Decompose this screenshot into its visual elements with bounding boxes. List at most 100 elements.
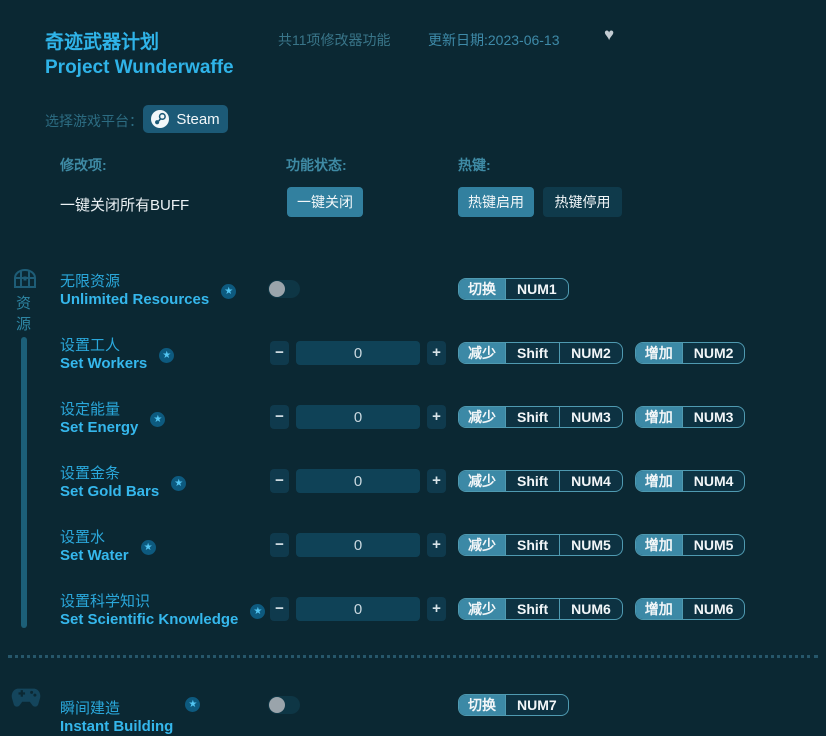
- hotkey-action: 切换: [459, 695, 505, 715]
- hotkey-modifier: Shift: [505, 471, 559, 491]
- decrement-button[interactable]: −: [270, 341, 289, 365]
- hotkey-action: 减少: [459, 599, 505, 619]
- platform-label: 选择游戏平台：: [45, 111, 143, 131]
- update-date: 更新日期:2023-06-13: [428, 30, 560, 50]
- favorite-star-icon[interactable]: ★: [150, 412, 165, 427]
- hotkey-action: 减少: [459, 343, 505, 363]
- row-label-en: Set Gold Bars: [60, 483, 159, 501]
- hotkey-chip-decrease[interactable]: 减少 Shift NUM2: [458, 342, 623, 364]
- value-input[interactable]: [296, 533, 420, 557]
- row-label-set-water: 设置水 Set Water ★: [60, 529, 156, 565]
- row-label-en: Set Energy: [60, 419, 138, 437]
- increment-button[interactable]: +: [427, 341, 446, 365]
- hotkey-key: NUM5: [682, 535, 745, 555]
- hotkey-chip-toggle[interactable]: 切换 NUM1: [458, 278, 569, 300]
- decrement-button[interactable]: −: [270, 469, 289, 493]
- hotkey-action: 减少: [459, 535, 505, 555]
- hotkey-action: 切换: [459, 279, 505, 299]
- hotkey-action: 减少: [459, 471, 505, 491]
- decrement-button[interactable]: −: [270, 405, 289, 429]
- row-label-cn: 设置工人: [60, 337, 147, 355]
- steam-platform-button[interactable]: Steam: [143, 105, 228, 133]
- hotkey-chip-toggle[interactable]: 切换 NUM7: [458, 694, 569, 716]
- hotkey-key: NUM4: [559, 471, 622, 491]
- row-label-en: Unlimited Resources: [60, 291, 209, 309]
- column-header-status: 功能状态:: [286, 155, 347, 175]
- hotkey-chip-decrease[interactable]: 减少 Shift NUM6: [458, 598, 623, 620]
- hotkey-key: NUM7: [505, 695, 568, 715]
- hotkey-chip-increase[interactable]: 增加 NUM4: [635, 470, 746, 492]
- column-header-hotkey: 热键:: [458, 155, 491, 175]
- row-label-cn: 设置金条: [60, 465, 159, 483]
- hotkey-chip-decrease[interactable]: 减少 Shift NUM4: [458, 470, 623, 492]
- row-label-set-workers: 设置工人 Set Workers ★: [60, 337, 174, 373]
- gamepad-icon: [11, 684, 41, 710]
- hotkey-key: NUM6: [559, 599, 622, 619]
- hotkey-key: NUM2: [559, 343, 622, 363]
- master-buff-label: 一键关闭所有BUFF: [60, 194, 189, 215]
- decrement-button[interactable]: −: [270, 533, 289, 557]
- toggle-instant-building[interactable]: [268, 696, 300, 714]
- increment-button[interactable]: +: [427, 597, 446, 621]
- hotkey-modifier: Shift: [505, 407, 559, 427]
- favorite-star-icon[interactable]: ★: [250, 604, 265, 619]
- page-title-cn: 奇迹武器计划: [45, 27, 159, 54]
- hotkey-action: 增加: [636, 535, 682, 555]
- value-input[interactable]: [296, 341, 420, 365]
- hotkey-action: 增加: [636, 407, 682, 427]
- hotkey-chip-increase[interactable]: 增加 NUM5: [635, 534, 746, 556]
- favorite-star-icon[interactable]: ★: [159, 348, 174, 363]
- favorite-star-icon[interactable]: ★: [185, 697, 200, 712]
- hotkey-key: NUM1: [505, 279, 568, 299]
- row-label-en: Instant Building: [60, 718, 173, 736]
- chest-icon: [13, 268, 37, 290]
- hotkey-disable-button[interactable]: 热键停用: [543, 187, 622, 217]
- hotkey-key: NUM6: [682, 599, 745, 619]
- section-divider: [8, 655, 818, 658]
- toggle-unlimited-resources[interactable]: [268, 280, 300, 298]
- sidebar-section-resources: 资源: [15, 293, 32, 335]
- favorite-star-icon[interactable]: ★: [141, 540, 156, 555]
- hotkey-action: 增加: [636, 343, 682, 363]
- hotkey-modifier: Shift: [505, 535, 559, 555]
- value-input[interactable]: [296, 597, 420, 621]
- value-input[interactable]: [296, 405, 420, 429]
- decrement-button[interactable]: −: [270, 597, 289, 621]
- increment-button[interactable]: +: [427, 533, 446, 557]
- favorite-star-icon[interactable]: ★: [171, 476, 186, 491]
- favorite-star-icon[interactable]: ★: [221, 284, 236, 299]
- hotkey-key: NUM3: [559, 407, 622, 427]
- hotkey-action: 增加: [636, 599, 682, 619]
- row-label-cn: 无限资源: [60, 273, 209, 291]
- heart-icon[interactable]: ♥: [604, 27, 614, 43]
- value-input[interactable]: [296, 469, 420, 493]
- close-all-buff-button[interactable]: 一键关闭: [287, 187, 363, 217]
- row-label-unlimited-resources: 无限资源 Unlimited Resources ★: [60, 273, 236, 309]
- steam-icon: [151, 110, 169, 128]
- row-label-en: Set Workers: [60, 355, 147, 373]
- row-label-cn: 设定能量: [60, 401, 138, 419]
- increment-button[interactable]: +: [427, 469, 446, 493]
- hotkey-chip-increase[interactable]: 增加 NUM6: [635, 598, 746, 620]
- hotkey-modifier: Shift: [505, 343, 559, 363]
- hotkey-chip-decrease[interactable]: 减少 Shift NUM3: [458, 406, 623, 428]
- toggle-knob: [269, 697, 285, 713]
- hotkey-enable-button[interactable]: 热键启用: [458, 187, 534, 217]
- hotkey-key: NUM2: [682, 343, 745, 363]
- increment-button[interactable]: +: [427, 405, 446, 429]
- column-header-item: 修改项:: [60, 155, 107, 175]
- feature-count: 共11项修改器功能: [278, 30, 391, 50]
- hotkey-chip-increase[interactable]: 增加 NUM3: [635, 406, 746, 428]
- hotkey-modifier: Shift: [505, 599, 559, 619]
- page-title-en: Project Wunderwaffe: [45, 57, 234, 79]
- row-label-cn: 设置水: [60, 529, 129, 547]
- row-label-set-scientific-knowledge: 设置科学知识 Set Scientific Knowledge ★: [60, 593, 265, 629]
- hotkey-chip-increase[interactable]: 增加 NUM2: [635, 342, 746, 364]
- hotkey-key: NUM3: [682, 407, 745, 427]
- hotkey-chip-decrease[interactable]: 减少 Shift NUM5: [458, 534, 623, 556]
- row-label-set-energy: 设定能量 Set Energy ★: [60, 401, 165, 437]
- row-label-cn: 设置科学知识: [60, 593, 238, 611]
- row-label-en: Set Water: [60, 547, 129, 565]
- row-label-cn: 瞬间建造: [60, 700, 173, 718]
- hotkey-key: NUM4: [682, 471, 745, 491]
